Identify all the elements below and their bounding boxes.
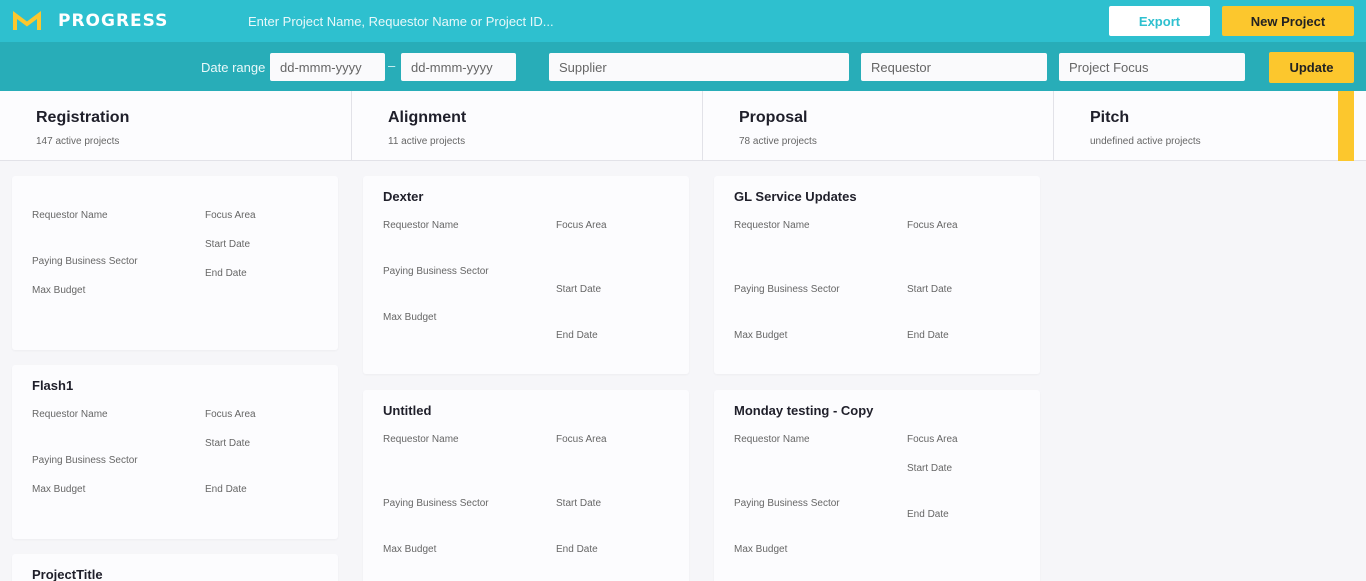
start-date-label: Start Date — [205, 438, 251, 449]
project-card[interactable]: ProjectTitle — [12, 554, 338, 581]
paying-business-sector-label: Paying Business Sector — [734, 284, 840, 295]
project-card-title: Untitled — [383, 403, 432, 418]
update-button[interactable]: Update — [1269, 52, 1354, 83]
paying-business-sector-label: Paying Business Sector — [383, 266, 489, 277]
requestor-name-label: Requestor Name — [32, 210, 108, 221]
date-range-label: Date range — [201, 60, 266, 75]
column-active-count: 11 active projects — [388, 136, 466, 147]
start-date-label: Start Date — [556, 284, 602, 295]
date-range-separator: – — [388, 58, 396, 73]
paying-business-sector-label: Paying Business Sector — [32, 256, 138, 267]
focus-area-label: Focus Area — [556, 434, 607, 445]
max-budget-label: Max Budget — [734, 330, 788, 341]
logo-text: PROGRESS — [58, 11, 169, 31]
focus-area-label: Focus Area — [907, 434, 958, 445]
export-button[interactable]: Export — [1109, 6, 1210, 36]
column-title: Proposal — [739, 109, 808, 126]
end-date-label: End Date — [205, 268, 247, 279]
max-budget-label: Max Budget — [383, 544, 437, 555]
project-search-input[interactable] — [248, 8, 948, 34]
column-active-count: 147 active projects — [36, 136, 120, 147]
top-bar: PROGRESS Export New Project — [0, 0, 1366, 42]
column-header-pitch: Pitch undefined active projects — [1054, 91, 1366, 161]
app-logo[interactable]: PROGRESS — [12, 10, 168, 32]
start-date-label: Start Date — [907, 463, 953, 474]
project-card[interactable]: Requestor Name Focus Area Start Date Pay… — [12, 176, 338, 350]
column-header-registration: Registration 147 active projects — [0, 91, 352, 161]
column-header-proposal: Proposal 78 active projects — [703, 91, 1054, 161]
max-budget-label: Max Budget — [32, 484, 86, 495]
project-card[interactable]: Monday testing - Copy Requestor Name Foc… — [714, 390, 1040, 581]
project-card[interactable]: GL Service Updates Requestor Name Focus … — [714, 176, 1040, 374]
requestor-name-label: Requestor Name — [734, 434, 810, 445]
paying-business-sector-label: Paying Business Sector — [32, 455, 138, 466]
start-date-label: Start Date — [556, 498, 602, 509]
requestor-name-label: Requestor Name — [383, 220, 459, 231]
new-project-button[interactable]: New Project — [1222, 6, 1354, 36]
column-title: Pitch — [1090, 109, 1130, 126]
date-from-input[interactable] — [270, 53, 385, 81]
max-budget-label: Max Budget — [734, 544, 788, 555]
column-active-count: 78 active projects — [739, 136, 817, 147]
max-budget-label: Max Budget — [32, 285, 86, 296]
column-title: Registration — [36, 109, 130, 126]
horizontal-scroll-handle[interactable] — [1338, 91, 1354, 161]
end-date-label: End Date — [205, 484, 247, 495]
paying-business-sector-label: Paying Business Sector — [734, 498, 840, 509]
project-card-title: Monday testing - Copy — [734, 403, 874, 418]
project-card[interactable]: Untitled Requestor Name Focus Area Payin… — [363, 390, 689, 581]
max-budget-label: Max Budget — [383, 312, 437, 323]
project-card-title: Dexter — [383, 189, 424, 204]
start-date-label: Start Date — [907, 284, 953, 295]
end-date-label: End Date — [907, 509, 949, 520]
end-date-label: End Date — [556, 330, 598, 341]
date-to-input[interactable] — [401, 53, 516, 81]
start-date-label: Start Date — [205, 239, 251, 250]
column-active-count: undefined active projects — [1090, 136, 1201, 147]
column-header-alignment: Alignment 11 active projects — [352, 91, 703, 161]
logo-mark-icon — [13, 11, 41, 30]
end-date-label: End Date — [556, 544, 598, 555]
project-focus-filter-input[interactable] — [1059, 53, 1245, 81]
filter-bar: Date range – Update — [0, 42, 1366, 91]
requestor-filter-input[interactable] — [861, 53, 1047, 81]
end-date-label: End Date — [907, 330, 949, 341]
supplier-filter-input[interactable] — [549, 53, 849, 81]
project-card-title: GL Service Updates — [734, 189, 857, 204]
project-card[interactable]: Flash1 Requestor Name Focus Area Start D… — [12, 365, 338, 539]
project-card[interactable]: Dexter Requestor Name Focus Area Paying … — [363, 176, 689, 374]
column-title: Alignment — [388, 109, 467, 126]
requestor-name-label: Requestor Name — [734, 220, 810, 231]
focus-area-label: Focus Area — [205, 210, 256, 221]
project-card-title: Flash1 — [32, 378, 74, 393]
paying-business-sector-label: Paying Business Sector — [383, 498, 489, 509]
focus-area-label: Focus Area — [907, 220, 958, 231]
focus-area-label: Focus Area — [205, 409, 256, 420]
requestor-name-label: Requestor Name — [32, 409, 108, 420]
focus-area-label: Focus Area — [556, 220, 607, 231]
project-card-title: ProjectTitle — [32, 567, 103, 581]
requestor-name-label: Requestor Name — [383, 434, 459, 445]
